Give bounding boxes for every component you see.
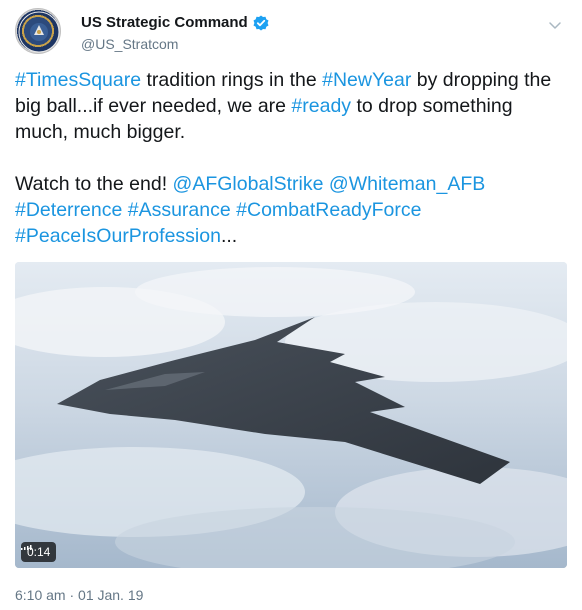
tweet-text: #TimesSquare tradition rings in the #New…	[15, 67, 567, 249]
video-player[interactable]: 0:14	[15, 262, 567, 568]
tweet-paragraph-1: #TimesSquare tradition rings in the #New…	[15, 67, 567, 145]
handle[interactable]: @US_Stratcom	[81, 36, 178, 52]
avatar[interactable]	[15, 8, 61, 54]
tweet-timestamp[interactable]: 6:10 am · 01 Jan. 19	[15, 587, 143, 603]
verified-badge-icon	[253, 15, 269, 30]
chevron-down-icon[interactable]	[548, 18, 562, 32]
tweet-paragraph-2: Watch to the end! @AFGlobalStrike @White…	[15, 171, 567, 249]
tweet-text-segment: Watch to the end!	[15, 173, 173, 195]
tweet-text-segment: tradition rings in the	[141, 69, 323, 91]
seal-icon	[18, 11, 60, 53]
tweet-text-segment: ...	[220, 225, 238, 247]
hashtag-link[interactable]: #PeaceIsOurProfession	[15, 225, 221, 247]
hashtag-link[interactable]: #ready	[291, 95, 351, 117]
hashtag-link[interactable]: #Deterrence	[15, 199, 122, 221]
tweet-header: US Strategic Command @US_Stratcom	[15, 8, 570, 58]
video-duration-badge: 0:14	[21, 542, 57, 562]
hashtag-link[interactable]: #NewYear	[322, 69, 411, 91]
mention-link[interactable]: @AFGlobalStrike	[173, 173, 324, 195]
mention-link[interactable]: @Whiteman_AFB	[329, 173, 485, 195]
volume-icon	[21, 545, 32, 550]
display-name[interactable]: US Strategic Command	[81, 14, 248, 31]
name-row: US Strategic Command	[81, 14, 269, 31]
hashtag-link[interactable]: #CombatReadyForce	[236, 199, 421, 221]
hashtag-link[interactable]: #Assurance	[128, 199, 231, 221]
hashtag-link[interactable]: #TimesSquare	[15, 69, 141, 91]
video-thumbnail	[15, 262, 567, 568]
